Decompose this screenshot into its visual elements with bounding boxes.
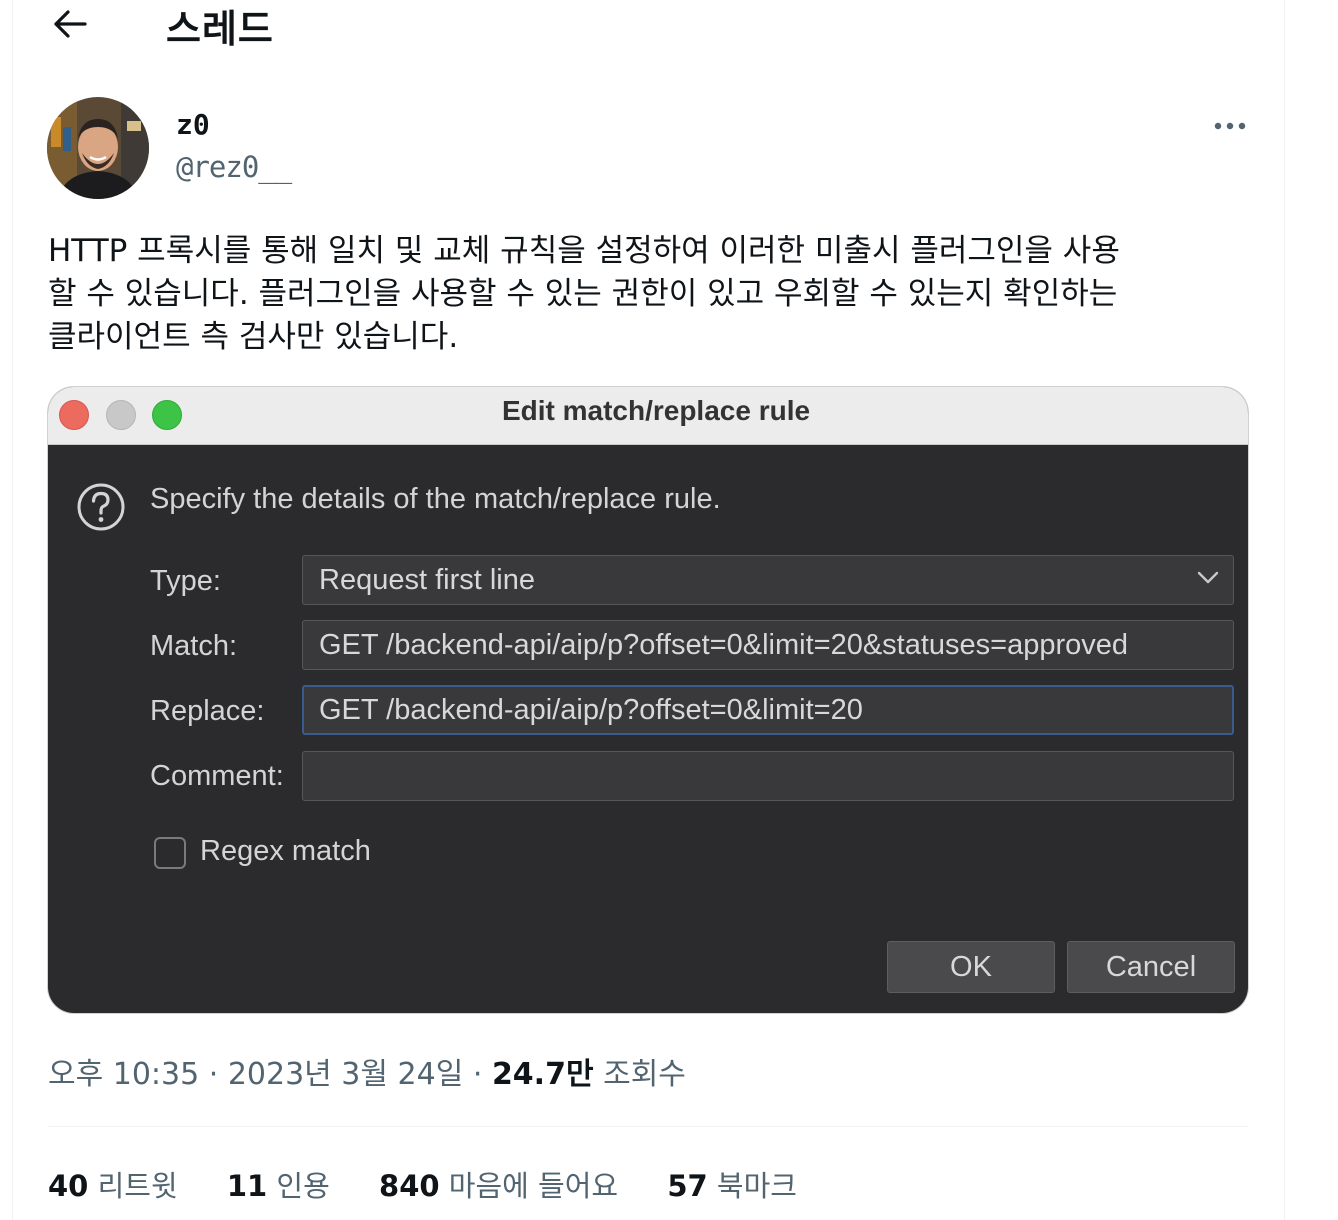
- tweet-stats: 40 리트윗 11 인용 840 마음에 들어요 57 북마크: [48, 1163, 837, 1205]
- comment-label: Comment:: [150, 760, 284, 792]
- question-circle-icon: [76, 482, 126, 536]
- tweet-text-line: 클라이언트 측 검사만 있습니다.: [48, 319, 459, 355]
- thread-header: 스레드: [0, 0, 1338, 52]
- retweets-count: 40: [48, 1169, 89, 1203]
- left-border: [12, 0, 13, 1220]
- more-button[interactable]: [1206, 110, 1254, 140]
- more-horizontal-icon: [1213, 116, 1247, 135]
- tweet-time[interactable]: 오후 10:35: [48, 1057, 199, 1092]
- tweet-text-line: HTTP 프록시를 통해 일치 및 교체 규칙을 설정하여 이러한 미출시 플러…: [48, 233, 1120, 269]
- page-title: 스레드: [166, 7, 274, 51]
- retweets-label: 리트윗: [97, 1169, 178, 1203]
- replace-label: Replace:: [150, 695, 265, 727]
- comment-input[interactable]: [302, 751, 1234, 801]
- author-name[interactable]: z0: [176, 108, 210, 141]
- replace-input-value: GET /backend-api/aip/p?offset=0&limit=20: [319, 694, 863, 726]
- type-label: Type:: [150, 565, 221, 597]
- cancel-button[interactable]: Cancel: [1067, 941, 1235, 993]
- views-count: 24.7만: [491, 1057, 594, 1092]
- dialog-title: Edit match/replace rule: [501, 395, 811, 426]
- bookmarks-count: 57: [667, 1169, 708, 1203]
- tweet-image-dialog-screenshot[interactable]: Edit match/replace rule Specify the deta…: [48, 387, 1248, 1013]
- back-button[interactable]: [48, 6, 92, 46]
- avatar[interactable]: [47, 97, 149, 199]
- meta-separator: ·: [472, 1057, 492, 1092]
- quotes-stat[interactable]: 11 인용: [227, 1163, 330, 1205]
- bookmarks-label: 북마크: [716, 1169, 797, 1203]
- type-select-value: Request first line: [319, 564, 535, 596]
- likes-count: 840: [379, 1169, 440, 1203]
- bookmarks-stat[interactable]: 57 북마크: [667, 1163, 797, 1205]
- right-border: [1284, 0, 1285, 1220]
- dialog-titlebar: Edit match/replace rule: [48, 387, 1248, 445]
- match-label: Match:: [150, 630, 238, 662]
- retweets-stat[interactable]: 40 리트윗: [48, 1163, 178, 1205]
- views-label: 조회수: [603, 1057, 686, 1092]
- tweet-date[interactable]: 2023년 3월 24일: [228, 1057, 463, 1092]
- match-input[interactable]: GET /backend-api/aip/p?offset=0&limit=20…: [302, 620, 1234, 670]
- likes-label: 마음에 들어요: [448, 1169, 619, 1203]
- tweet-meta: 오후 10:35 · 2023년 3월 24일 · 24.7만 조회수: [48, 1049, 686, 1093]
- meta-separator: ·: [208, 1057, 228, 1092]
- regex-match-checkbox[interactable]: [154, 837, 186, 869]
- type-select[interactable]: Request first line: [302, 555, 1234, 605]
- author-handle[interactable]: @rez0__: [176, 150, 292, 184]
- tweet-text: HTTP 프록시를 통해 일치 및 교체 규칙을 설정하여 이러한 미출시 플러…: [48, 230, 1248, 359]
- arrow-left-icon: [52, 9, 88, 43]
- chevron-down-icon: [1197, 570, 1219, 589]
- divider: [48, 1126, 1248, 1127]
- ok-button[interactable]: OK: [887, 941, 1055, 993]
- quotes-label: 인용: [276, 1169, 330, 1203]
- replace-input[interactable]: GET /backend-api/aip/p?offset=0&limit=20: [302, 685, 1234, 735]
- likes-stat[interactable]: 840 마음에 들어요: [379, 1163, 618, 1205]
- quotes-count: 11: [226, 1169, 268, 1203]
- match-input-value: GET /backend-api/aip/p?offset=0&limit=20…: [319, 629, 1129, 661]
- tweet-text-line: 할 수 있습니다. 플러그인을 사용할 수 있는 권한이 있고 우회할 수 있는…: [48, 276, 1118, 312]
- dialog-description: Specify the details of the match/replace…: [150, 483, 721, 515]
- regex-match-label[interactable]: Regex match: [200, 835, 371, 868]
